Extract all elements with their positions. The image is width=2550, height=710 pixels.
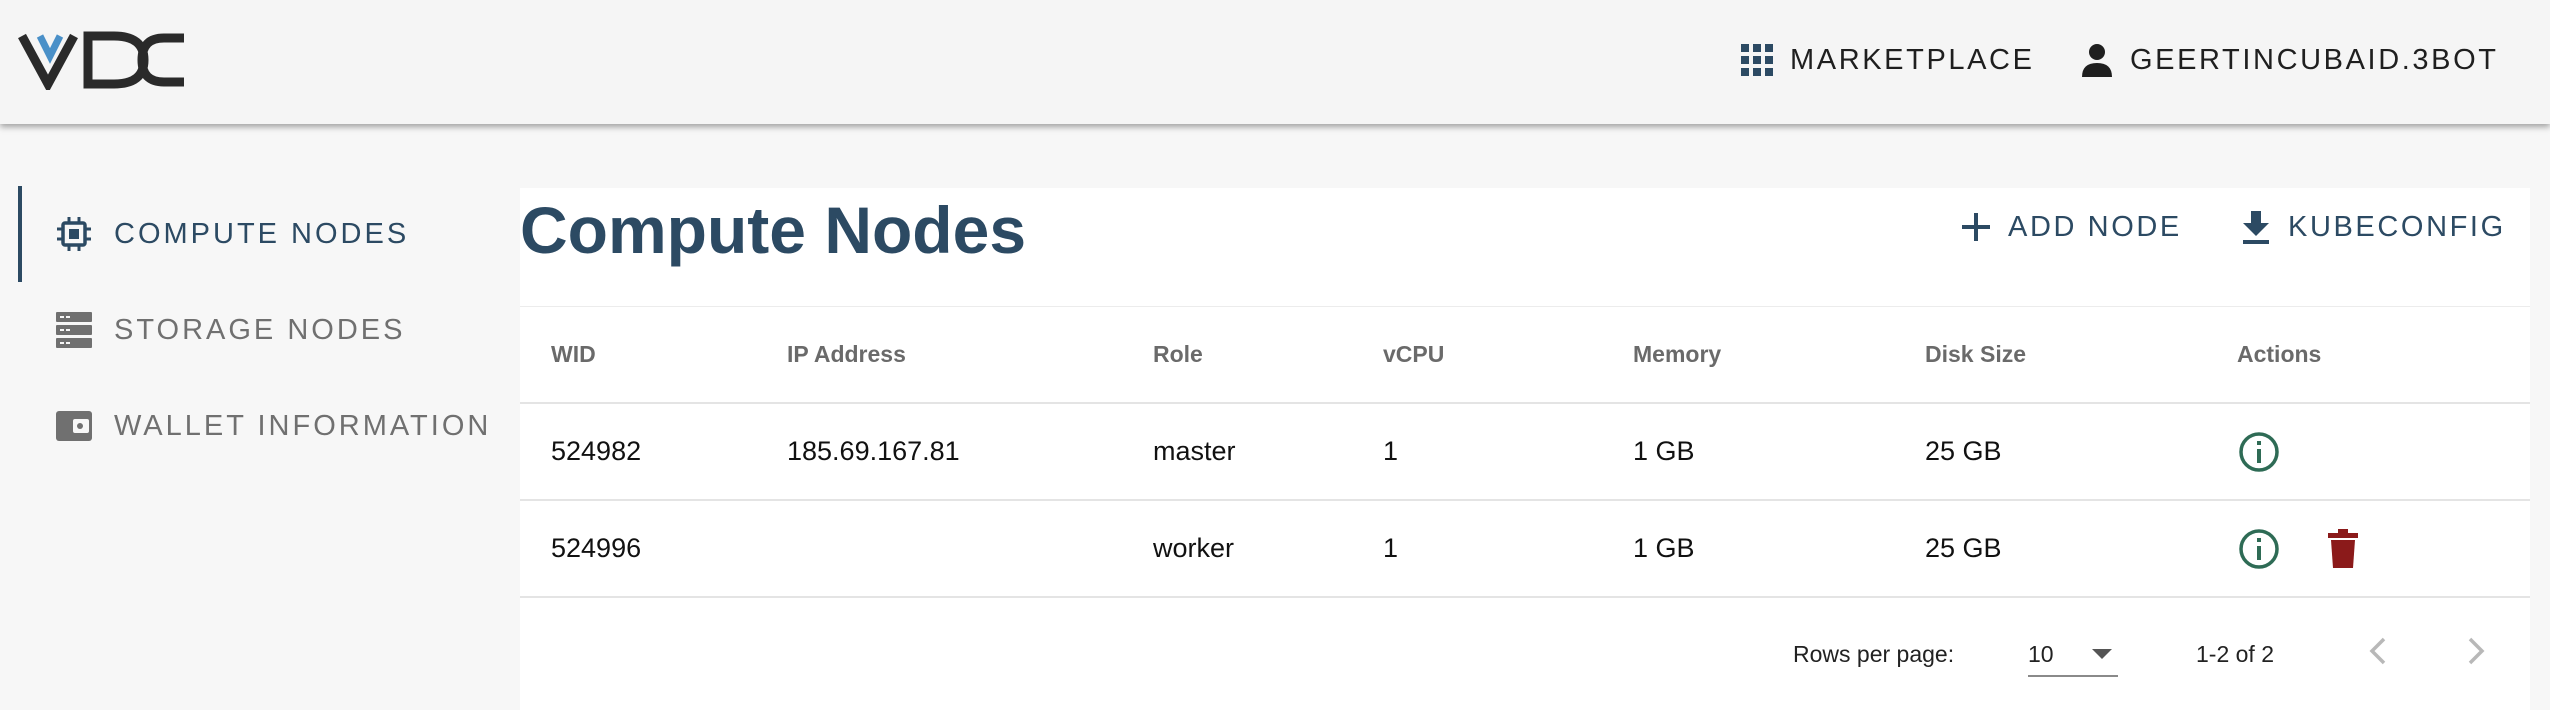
person-icon [2082, 44, 2112, 77]
cell-wid: 524996 [520, 500, 756, 598]
cell-disk-size: 25 GB [1894, 500, 2206, 598]
download-icon [2243, 211, 2269, 244]
table-row: 524982 185.69.167.81 master 1 1 GB 25 GB [520, 403, 2530, 501]
user-label: GEERTINCUBAID.3BOT [2130, 43, 2499, 76]
chip-icon [54, 214, 94, 254]
sidebar-item-wallet-information[interactable]: WALLET INFORMATION [0, 378, 500, 474]
compute-nodes-table: WID IP Address Role vCPU Memory Disk Siz… [520, 306, 2530, 710]
cell-role: master [1122, 403, 1352, 501]
table-pagination: Rows per page: 10 1-2 of 2 [520, 597, 2530, 707]
cell-ip-address [756, 500, 1122, 598]
sidebar-item-label: WALLET INFORMATION [114, 409, 492, 442]
marketplace-button[interactable]: MARKETPLACE [1740, 36, 2035, 84]
cell-actions [2206, 500, 2530, 598]
table-row: 524996 worker 1 1 GB 25 GB [520, 500, 2530, 598]
column-header-wid[interactable]: WID [520, 307, 756, 404]
page-title: Compute Nodes [520, 193, 1027, 267]
vdc-logo[interactable] [18, 30, 188, 90]
sidebar-item-compute-nodes[interactable]: COMPUTE NODES [0, 186, 500, 282]
previous-page-button[interactable] [2356, 629, 2400, 673]
sidebar-item-storage-nodes[interactable]: STORAGE NODES [0, 282, 500, 378]
table-header-row: WID IP Address Role vCPU Memory Disk Siz… [520, 307, 2530, 404]
cell-vcpu: 1 [1352, 500, 1602, 598]
add-node-button[interactable]: ADD NODE [1960, 202, 2182, 252]
chevron-left-icon [2369, 637, 2386, 665]
cell-wid: 524982 [520, 403, 756, 501]
sidebar-item-label: STORAGE NODES [114, 313, 406, 346]
column-header-disk-size[interactable]: Disk Size [1894, 307, 2206, 404]
user-account-button[interactable]: GEERTINCUBAID.3BOT [2080, 36, 2499, 84]
column-header-ip-address[interactable]: IP Address [756, 307, 1122, 404]
cell-disk-size: 25 GB [1894, 403, 2206, 501]
column-header-memory[interactable]: Memory [1602, 307, 1894, 404]
cell-vcpu: 1 [1352, 403, 1602, 501]
apps-grid-icon [1741, 44, 1773, 76]
rows-per-page-select[interactable]: 10 [2028, 627, 2118, 677]
column-header-role[interactable]: Role [1122, 307, 1352, 404]
main-content: Compute Nodes ADD NODE KUBECONFIG WID IP… [520, 188, 2530, 710]
info-icon[interactable] [2237, 527, 2281, 571]
wallet-icon [54, 406, 94, 446]
rows-per-page-value: 10 [2028, 641, 2054, 667]
cell-role: worker [1122, 500, 1352, 598]
delete-icon[interactable] [2321, 527, 2365, 571]
kubeconfig-button[interactable]: KUBECONFIG [2240, 202, 2506, 252]
top-app-bar: MARKETPLACE GEERTINCUBAID.3BOT [0, 0, 2550, 124]
caret-down-icon [2092, 649, 2112, 659]
rows-per-page-label: Rows per page: [1793, 641, 1955, 667]
next-page-button[interactable] [2454, 629, 2498, 673]
cell-ip-address: 185.69.167.81 [756, 403, 1122, 501]
cell-actions [2206, 403, 2530, 501]
storage-icon [54, 310, 94, 350]
plus-icon [1962, 213, 1990, 241]
cell-memory: 1 GB [1602, 403, 1894, 501]
chevron-right-icon [2468, 637, 2485, 665]
column-header-vcpu[interactable]: vCPU [1352, 307, 1602, 404]
sidebar-nav: COMPUTE NODES STORAGE NODES WALLET INFOR… [0, 186, 500, 474]
pagination-range: 1-2 of 2 [2196, 641, 2274, 667]
marketplace-label: MARKETPLACE [1790, 43, 2035, 76]
column-header-actions: Actions [2206, 307, 2530, 404]
kubeconfig-label: KUBECONFIG [2288, 210, 2506, 243]
sidebar-item-label: COMPUTE NODES [114, 217, 410, 250]
info-icon[interactable] [2237, 430, 2281, 474]
add-node-label: ADD NODE [2008, 210, 2182, 243]
cell-memory: 1 GB [1602, 500, 1894, 598]
